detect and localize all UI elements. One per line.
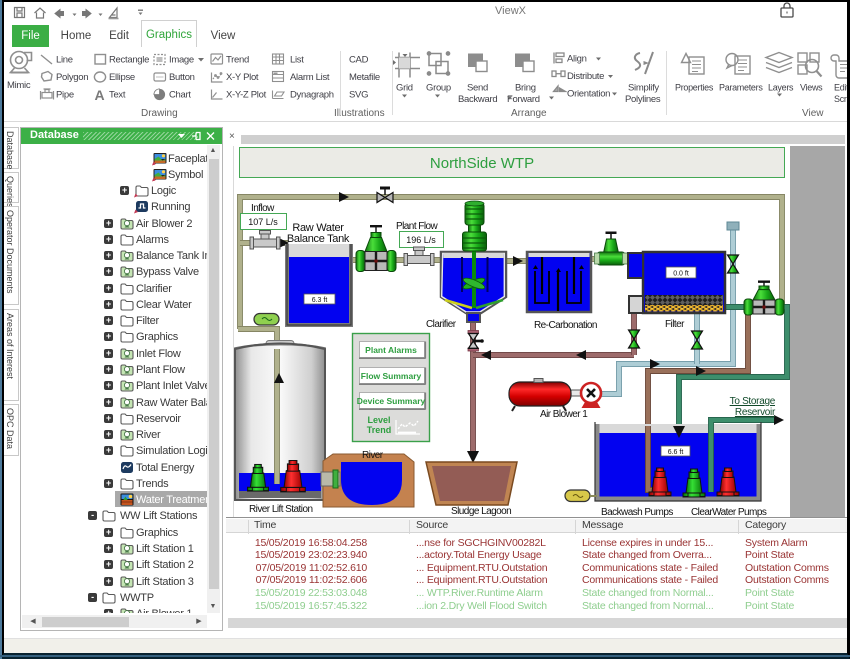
svg-text:Grid: Grid xyxy=(396,83,413,94)
svg-text:196 L/s: 196 L/s xyxy=(406,235,436,245)
svg-text:Properties: Properties xyxy=(675,83,714,93)
svg-text:Inflow: Inflow xyxy=(251,203,275,214)
svg-text:107 L/s: 107 L/s xyxy=(248,217,278,227)
svg-text:6.3 ft: 6.3 ft xyxy=(312,297,328,304)
svg-text:A: A xyxy=(95,87,105,103)
svg-text:Text: Text xyxy=(109,90,126,101)
svg-text:Rectangle: Rectangle xyxy=(109,55,149,66)
svg-text:Re-Carbonation: Re-Carbonation xyxy=(534,320,597,331)
svg-text:Distribute: Distribute xyxy=(567,71,604,82)
svg-text:ClearWater Pumps: ClearWater Pumps xyxy=(691,507,767,517)
svg-text:To Storage: To Storage xyxy=(730,396,776,407)
svg-text:Plant Flow: Plant Flow xyxy=(396,221,439,232)
svg-text:Polygon: Polygon xyxy=(56,72,88,83)
svg-text:Trend: Trend xyxy=(367,425,392,435)
svg-text:Sludge Lagoon: Sludge Lagoon xyxy=(451,506,511,517)
svg-text:Air Blower 1: Air Blower 1 xyxy=(540,409,588,420)
svg-text:View: View xyxy=(802,108,824,119)
svg-text:NorthSide WTP: NorthSide WTP xyxy=(430,155,534,172)
svg-text:River Lift Station: River Lift Station xyxy=(249,504,312,515)
svg-text:Layers: Layers xyxy=(768,83,794,93)
svg-text:Forward: Forward xyxy=(507,94,540,105)
svg-text:Parameters: Parameters xyxy=(719,83,763,93)
svg-text:Bring: Bring xyxy=(515,83,536,94)
svg-text:River: River xyxy=(362,450,384,461)
svg-text:Button: Button xyxy=(169,72,195,83)
svg-text:Polylines: Polylines xyxy=(625,94,661,105)
svg-text:×: × xyxy=(229,131,235,142)
svg-text:Mimic: Mimic xyxy=(7,80,31,91)
svg-text:Group: Group xyxy=(426,83,451,94)
svg-text:List: List xyxy=(290,55,304,66)
svg-text:Plant Alarms: Plant Alarms xyxy=(365,345,417,355)
svg-text:Trend: Trend xyxy=(226,55,249,66)
svg-text:Illustrations: Illustrations xyxy=(334,108,385,119)
svg-text:X-Y-Z Plot: X-Y-Z Plot xyxy=(226,90,267,101)
svg-text:X-Y Plot: X-Y Plot xyxy=(226,72,259,83)
svg-text:Line: Line xyxy=(56,55,73,66)
svg-text:SVG: SVG xyxy=(349,90,368,101)
svg-text:Send: Send xyxy=(467,83,488,94)
svg-text:Dynagraph: Dynagraph xyxy=(290,90,334,101)
svg-text:Filter: Filter xyxy=(665,319,685,330)
svg-text:Simplify: Simplify xyxy=(628,83,659,94)
svg-text:Metafile: Metafile xyxy=(349,72,380,83)
svg-text:Backwash Pumps: Backwash Pumps xyxy=(601,507,673,517)
svg-text:Align: Align xyxy=(567,54,587,65)
svg-text:CAD: CAD xyxy=(349,55,369,66)
svg-text:Ellipse: Ellipse xyxy=(109,72,135,83)
svg-text:ViewX: ViewX xyxy=(495,5,527,17)
svg-text:Chart: Chart xyxy=(169,90,191,101)
svg-text:Views: Views xyxy=(800,83,823,93)
svg-text:Pipe: Pipe xyxy=(56,90,74,101)
svg-text:Alarm List: Alarm List xyxy=(290,72,330,83)
svg-text:Level: Level xyxy=(367,415,390,425)
svg-text:Orientation: Orientation xyxy=(567,89,610,100)
svg-text:Reservoir: Reservoir xyxy=(735,407,776,418)
svg-text:Edit: Edit xyxy=(834,83,848,93)
svg-text:0.0 ft: 0.0 ft xyxy=(673,271,689,278)
svg-text:Balance Tank: Balance Tank xyxy=(287,233,350,245)
svg-text:Drawing: Drawing xyxy=(141,108,178,119)
svg-text:Device Summary: Device Summary xyxy=(357,396,426,406)
svg-text:Script: Script xyxy=(834,94,848,104)
svg-text:Backward: Backward xyxy=(458,94,497,105)
svg-text:Flow Summary: Flow Summary xyxy=(361,371,422,381)
svg-text:Clarifier: Clarifier xyxy=(426,319,457,330)
svg-text:6.6 ft: 6.6 ft xyxy=(668,449,684,456)
svg-text:Image: Image xyxy=(169,55,194,66)
svg-text:Arrange: Arrange xyxy=(511,108,547,119)
